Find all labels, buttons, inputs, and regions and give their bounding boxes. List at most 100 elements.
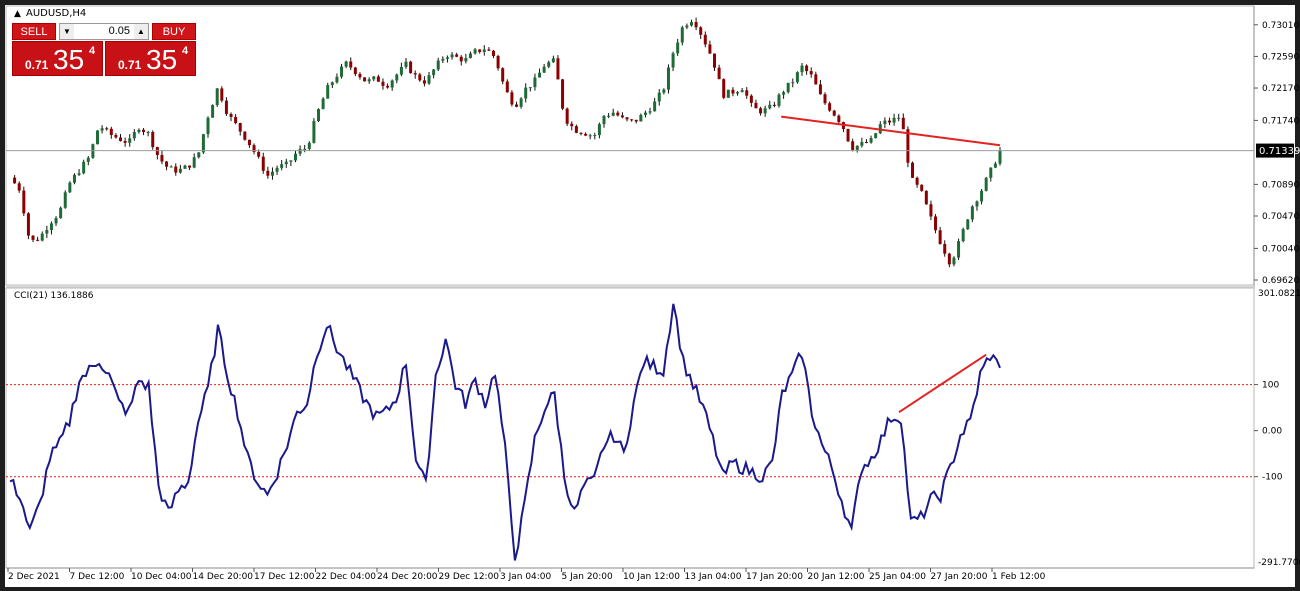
sell-price-box[interactable]: 0.71 35 4	[12, 41, 103, 76]
candle-up	[450, 54, 454, 58]
candle-down	[708, 44, 712, 54]
candle-up	[321, 98, 325, 110]
candle-down	[805, 65, 809, 72]
candle-down	[349, 61, 353, 68]
price-tick-label: 0.72590	[1262, 52, 1299, 62]
candle-up	[303, 148, 307, 150]
candle-down	[174, 166, 178, 173]
candle-up	[657, 92, 661, 102]
price-tick-label: 0.70470	[1262, 212, 1299, 222]
candle-up	[786, 82, 790, 93]
candle-up	[137, 129, 141, 133]
time-tick-label: 27 Jan 20:00	[931, 572, 988, 582]
candle-down	[26, 213, 30, 236]
buy-price-box[interactable]: 0.71 35 4	[105, 41, 196, 76]
candle-down	[694, 22, 698, 28]
lot-size-value[interactable]: 0.05	[76, 24, 132, 39]
candle-up	[542, 66, 546, 73]
candle-up	[473, 49, 477, 54]
candle-up	[284, 161, 288, 165]
candle-down	[828, 103, 832, 111]
time-tick-label: 24 Dec 20:00	[377, 572, 438, 582]
candle-up	[874, 133, 878, 139]
sell-button[interactable]: SELL	[12, 23, 56, 40]
candle-down	[257, 151, 261, 157]
candle-up	[989, 167, 993, 178]
candle-down	[151, 131, 155, 148]
time-tick-label: 5 Jan 20:00	[562, 572, 614, 582]
candle-down	[478, 49, 482, 52]
candle-up	[132, 132, 136, 139]
candle-down	[915, 177, 919, 185]
candle-up	[289, 160, 293, 162]
candle-down	[901, 117, 905, 130]
candle-up	[340, 66, 344, 77]
candle-down	[376, 76, 380, 82]
price-tick-label: 0.73010	[1262, 21, 1299, 31]
candle-up	[782, 92, 786, 95]
candle-down	[887, 120, 891, 123]
candle-up	[639, 114, 643, 122]
candle-up	[344, 61, 348, 67]
candle-up	[607, 115, 611, 117]
candle-up	[445, 57, 449, 59]
time-tick-label: 2 Dec 2021	[8, 572, 60, 582]
candle-up	[40, 233, 44, 241]
candle-down	[579, 132, 583, 134]
candle-up	[178, 168, 182, 173]
candle-down	[363, 77, 367, 82]
time-tick-label: 22 Dec 04:00	[316, 572, 377, 582]
cci-tick-label: -100	[1262, 473, 1283, 483]
cci-panel[interactable]: CCI(21) 136.1886 301.0821 -291.7706 100 0.0…	[5, 287, 1300, 569]
candle-down	[699, 27, 703, 35]
candle-down	[565, 108, 569, 124]
candle-down	[920, 184, 924, 191]
buy-button[interactable]: BUY	[152, 23, 196, 40]
candle-down	[634, 119, 638, 122]
candle-down	[22, 190, 26, 214]
lot-dropdown-icon[interactable]: ▼	[60, 24, 74, 39]
candle-down	[261, 156, 265, 171]
candle-up	[77, 173, 81, 175]
candle-down	[36, 239, 40, 241]
candle-down	[422, 80, 426, 84]
candle-down	[832, 110, 836, 116]
time-tick-label: 29 Dec 12:00	[439, 572, 500, 582]
candle-down	[749, 95, 753, 103]
candle-up	[82, 161, 86, 174]
candle-up	[892, 117, 896, 123]
candle-down	[455, 54, 459, 57]
candle-up	[961, 229, 965, 242]
candle-down	[947, 253, 951, 265]
candle-down	[220, 88, 224, 101]
candle-down	[386, 85, 390, 88]
candle-down	[731, 89, 735, 94]
candle-up	[330, 82, 334, 86]
lot-increase-icon[interactable]: ▲	[134, 24, 148, 39]
candle-down	[570, 123, 574, 127]
candle-down	[123, 140, 127, 143]
candle-down	[381, 81, 385, 86]
candle-up	[993, 163, 997, 168]
candle-down	[754, 102, 758, 109]
symbol-collapse-icon[interactable]: ▲	[14, 9, 21, 19]
candle-down	[818, 84, 822, 95]
candle-down	[491, 50, 495, 56]
candle-down	[561, 79, 565, 109]
candle-down	[620, 115, 624, 118]
candle-down	[943, 243, 947, 254]
candle-up	[643, 112, 647, 115]
candle-up	[855, 145, 859, 150]
candle-down	[510, 92, 514, 105]
candle-up	[538, 72, 542, 78]
time-tick-label: 10 Dec 04:00	[131, 572, 192, 582]
candle-up	[897, 117, 901, 119]
candle-up	[777, 94, 781, 106]
candle-down	[418, 74, 422, 81]
candle-down	[243, 131, 247, 140]
candle-up	[390, 80, 394, 88]
lot-size-field[interactable]: ▼ 0.05 ▲	[59, 23, 149, 40]
candle-up	[372, 76, 376, 80]
candle-up	[183, 165, 187, 169]
candle-down	[814, 74, 818, 85]
